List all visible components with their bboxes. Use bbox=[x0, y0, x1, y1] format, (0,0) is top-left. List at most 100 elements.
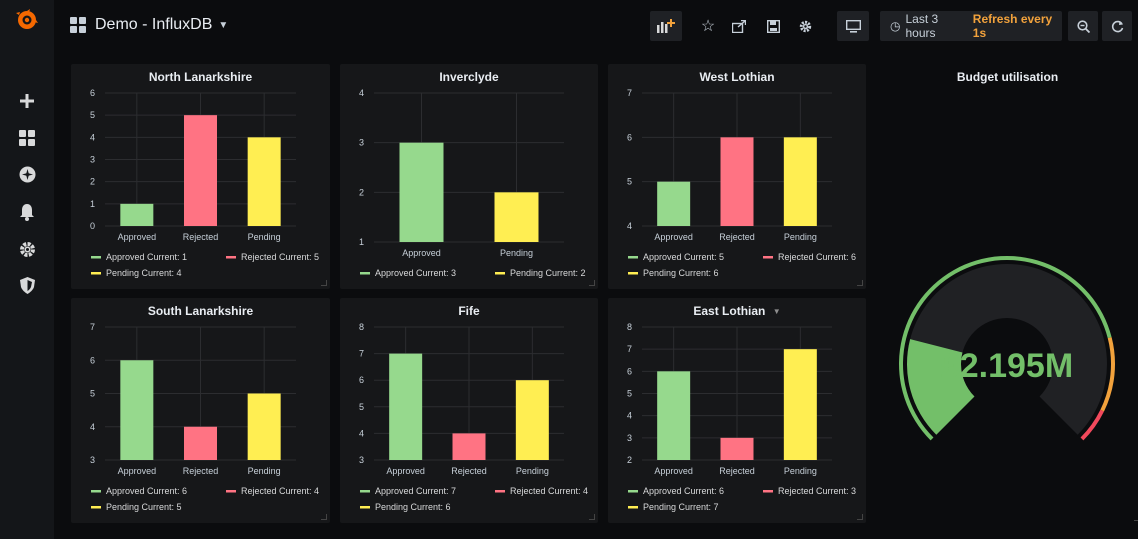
bar-rejected[interactable] bbox=[184, 115, 217, 226]
panel-west-lothian[interactable]: West Lothian 4 5 6 7 Approved Rejected Pending… bbox=[608, 64, 866, 289]
y-tick-label: 4 bbox=[359, 428, 364, 438]
legend-swatch bbox=[763, 256, 773, 259]
time-picker-button[interactable]: ◷ Last 3 hours Refresh every 1s bbox=[880, 11, 1062, 41]
y-tick-label: 5 bbox=[359, 402, 364, 412]
y-tick-label: 6 bbox=[90, 355, 95, 365]
share-button[interactable] bbox=[725, 11, 753, 41]
legend-swatch bbox=[360, 490, 370, 493]
dashboards-icon[interactable] bbox=[17, 128, 37, 148]
y-tick-label: 4 bbox=[627, 221, 632, 231]
legend-swatch bbox=[91, 256, 101, 259]
gauge-value-text: £2.195M bbox=[941, 347, 1073, 385]
bar-approved[interactable] bbox=[399, 142, 444, 242]
bar-pending[interactable] bbox=[783, 137, 817, 226]
legend-item[interactable]: Approved Current: 1 bbox=[106, 252, 187, 262]
settings-button[interactable] bbox=[791, 11, 819, 41]
legend-item[interactable]: Pending Current: 2 bbox=[510, 268, 586, 278]
refresh-interval-label: Refresh every 1s bbox=[972, 12, 1053, 40]
bar-pending[interactable] bbox=[494, 192, 539, 242]
configuration-icon[interactable] bbox=[17, 239, 37, 259]
legend-item[interactable]: Pending Current: 5 bbox=[106, 502, 182, 512]
legend-item[interactable]: Approved Current: 6 bbox=[643, 486, 724, 496]
y-tick-label: 3 bbox=[90, 455, 95, 465]
y-tick-label: 3 bbox=[90, 155, 95, 165]
refresh-icon bbox=[1111, 20, 1123, 32]
bar-approved[interactable] bbox=[657, 371, 691, 460]
legend-item[interactable]: Pending Current: 7 bbox=[643, 502, 719, 512]
y-tick-label: 2 bbox=[90, 177, 95, 187]
zoom-out-button[interactable] bbox=[1068, 11, 1098, 41]
dashboard-grid-icon bbox=[70, 17, 86, 33]
grafana-logo-icon[interactable] bbox=[16, 9, 38, 31]
bar-pending[interactable] bbox=[515, 380, 549, 460]
legend-item[interactable]: Rejected Current: 4 bbox=[510, 486, 588, 496]
bar-approved[interactable] bbox=[389, 353, 423, 460]
legend-swatch bbox=[628, 256, 638, 259]
bar-rejected[interactable] bbox=[184, 426, 217, 460]
bar-approved[interactable] bbox=[120, 360, 154, 460]
legend-swatch bbox=[495, 490, 505, 493]
x-tick-label: Pending bbox=[500, 248, 533, 258]
bar-pending[interactable] bbox=[247, 393, 281, 461]
legend-swatch bbox=[495, 272, 505, 275]
explore-icon[interactable] bbox=[17, 164, 37, 184]
save-dashboard-button[interactable] bbox=[759, 11, 787, 41]
panel-south-lanarkshire[interactable]: South Lanarkshire 3 4 5 6 7 Approved Rejected P… bbox=[71, 298, 330, 523]
resize-handle[interactable] bbox=[1134, 515, 1138, 521]
star-button[interactable]: ☆ bbox=[694, 11, 722, 41]
top-navbar: Demo - InfluxDB ▼ ☆ ◷ Last 3 hours Refre… bbox=[54, 0, 1138, 52]
y-tick-label: 8 bbox=[627, 322, 632, 332]
legend-item[interactable]: Approved Current: 6 bbox=[106, 486, 187, 496]
shield-icon[interactable] bbox=[17, 275, 37, 295]
alerting-icon[interactable] bbox=[17, 202, 37, 222]
legend-item[interactable]: Pending Current: 4 bbox=[106, 268, 182, 278]
panel-north-lanarkshire[interactable]: North Lanarkshire 0 1 2 3 4 5 6 Approved Rejecte… bbox=[71, 64, 330, 289]
panel-east-lothian[interactable]: East Lothian ▼ 2 3 4 5 6 7 8 Approved Rejected Pe… bbox=[608, 298, 866, 523]
legend-swatch bbox=[763, 490, 773, 493]
y-tick-label: 3 bbox=[359, 455, 364, 465]
legend-item[interactable]: Approved Current: 7 bbox=[375, 486, 456, 496]
y-tick-label: 2 bbox=[627, 455, 632, 465]
bar-rejected[interactable] bbox=[452, 433, 486, 460]
y-tick-label: 7 bbox=[627, 88, 632, 98]
resize-handle[interactable] bbox=[321, 514, 327, 520]
panel-fife[interactable]: Fife 3 4 5 6 7 8 Approved Rejected Pending Approv… bbox=[340, 298, 598, 523]
y-tick-label: 5 bbox=[90, 110, 95, 120]
legend-item[interactable]: Approved Current: 5 bbox=[643, 252, 724, 262]
legend-item[interactable]: Pending Current: 6 bbox=[643, 268, 719, 278]
legend-item[interactable]: Pending Current: 6 bbox=[375, 502, 451, 512]
bar-approved[interactable] bbox=[120, 203, 154, 226]
view-mode-button[interactable] bbox=[837, 11, 869, 41]
legend-item[interactable]: Rejected Current: 4 bbox=[241, 486, 319, 496]
panel-budget-utilisation[interactable]: Budget utilisation £2.195M bbox=[877, 64, 1138, 524]
x-tick-label: Rejected bbox=[183, 466, 219, 476]
resize-handle[interactable] bbox=[857, 514, 863, 520]
legend-swatch bbox=[226, 256, 236, 259]
x-tick-label: Approved bbox=[118, 232, 157, 242]
bar-approved[interactable] bbox=[657, 181, 691, 226]
bar-rejected[interactable] bbox=[720, 437, 754, 460]
x-tick-label: Rejected bbox=[451, 466, 487, 476]
resize-handle[interactable] bbox=[857, 280, 863, 286]
bar-pending[interactable] bbox=[783, 349, 817, 460]
dashboard-picker[interactable]: Demo - InfluxDB ▼ bbox=[70, 10, 228, 40]
legend-swatch bbox=[628, 490, 638, 493]
panel-inverclyde[interactable]: Inverclyde 1 2 3 4 Approved Pending Approved C… bbox=[340, 64, 598, 289]
bar-pending[interactable] bbox=[247, 137, 281, 226]
refresh-button[interactable] bbox=[1102, 11, 1132, 41]
resize-handle[interactable] bbox=[589, 514, 595, 520]
legend-item[interactable]: Rejected Current: 5 bbox=[241, 252, 319, 262]
legend-item[interactable]: Approved Current: 3 bbox=[375, 268, 456, 278]
x-tick-label: Pending bbox=[248, 232, 281, 242]
bar-chart: 1 2 3 4 Approved Pending Approved Current: 3 Pe… bbox=[359, 88, 586, 278]
legend-item[interactable]: Rejected Current: 6 bbox=[778, 252, 856, 262]
legend-swatch bbox=[628, 272, 638, 275]
legend-item[interactable]: Rejected Current: 3 bbox=[778, 486, 856, 496]
resize-handle[interactable] bbox=[589, 280, 595, 286]
add-panel-button[interactable] bbox=[650, 11, 682, 41]
plus-icon[interactable] bbox=[17, 91, 37, 111]
resize-handle[interactable] bbox=[321, 280, 327, 286]
bar-rejected[interactable] bbox=[720, 137, 754, 226]
y-tick-label: 5 bbox=[90, 389, 95, 399]
y-tick-label: 6 bbox=[627, 132, 632, 142]
